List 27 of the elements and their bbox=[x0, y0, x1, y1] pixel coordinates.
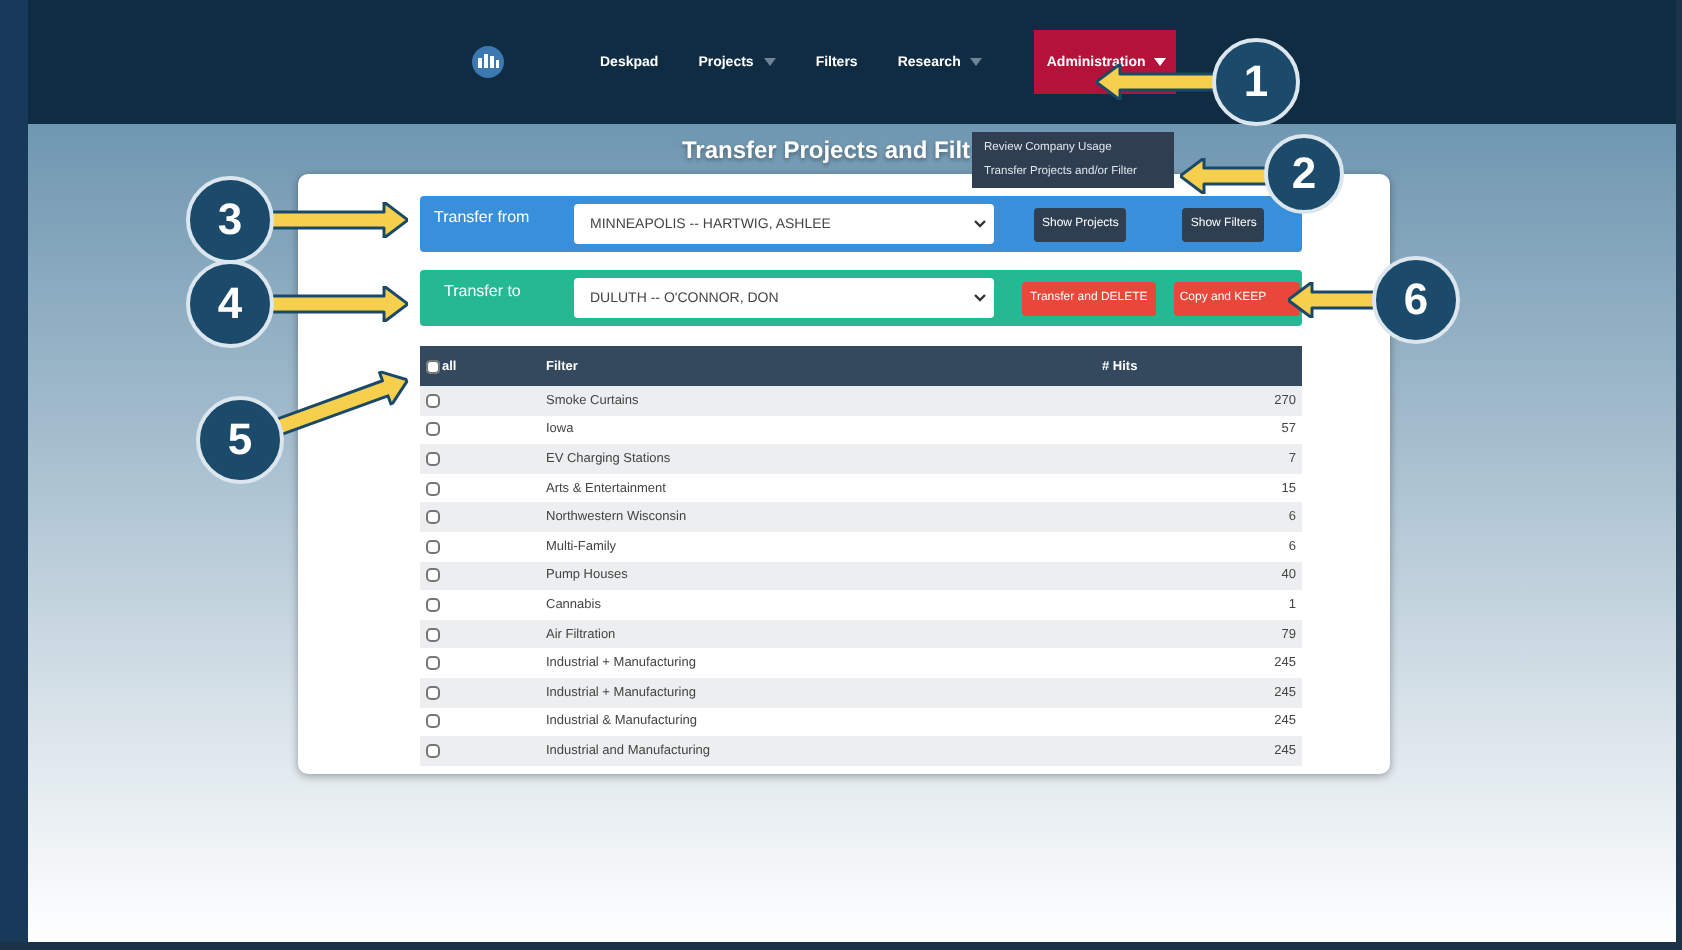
page-title: Transfer Projects and Filt bbox=[682, 135, 971, 163]
arrow bbox=[268, 286, 408, 322]
row-checkbox[interactable] bbox=[426, 393, 440, 408]
row-checkbox[interactable] bbox=[426, 685, 440, 700]
chevron-icon bbox=[974, 294, 986, 302]
chevron-icon bbox=[974, 220, 986, 228]
caret-icon bbox=[970, 58, 983, 66]
row-checkbox[interactable] bbox=[426, 656, 440, 671]
row-checkbox[interactable] bbox=[426, 422, 440, 437]
row-checkbox[interactable] bbox=[426, 743, 440, 758]
row-checkbox[interactable] bbox=[426, 627, 440, 642]
transfer-from-label: Transfer from bbox=[432, 206, 532, 226]
arrow bbox=[1288, 282, 1376, 318]
select-all-checkbox[interactable] bbox=[426, 359, 440, 373]
row-checkbox[interactable] bbox=[426, 481, 440, 496]
caret-icon bbox=[763, 58, 776, 66]
row-checkbox[interactable] bbox=[426, 510, 440, 525]
row-checkbox[interactable] bbox=[426, 597, 440, 612]
row-checkbox[interactable] bbox=[426, 568, 440, 583]
arrow bbox=[268, 202, 408, 238]
row-checkbox[interactable] bbox=[426, 714, 440, 729]
transfer-to-label: Transfer to bbox=[442, 280, 523, 300]
row-checkbox[interactable] bbox=[426, 539, 440, 554]
logo-icon[interactable] bbox=[472, 46, 504, 78]
arrow bbox=[1180, 158, 1268, 194]
row-checkbox[interactable] bbox=[426, 451, 440, 466]
arrow bbox=[1096, 64, 1216, 100]
